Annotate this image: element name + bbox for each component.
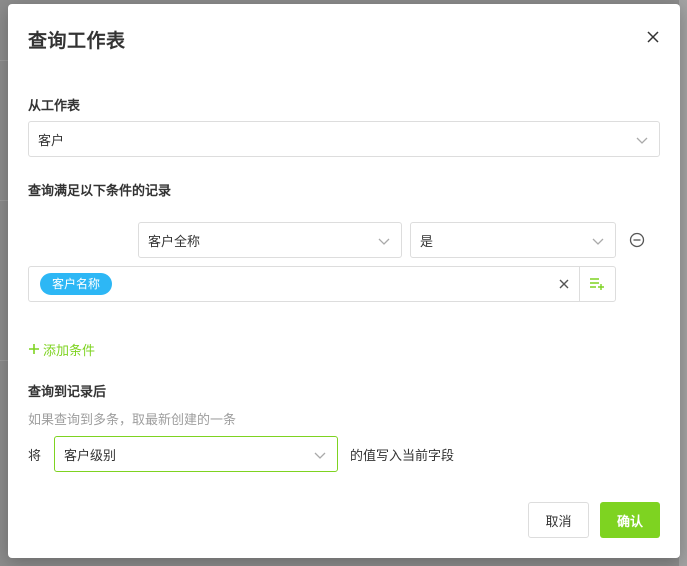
after-query-hint: 如果查询到多条，取最新创建的一条 <box>28 413 237 428</box>
source-worksheet-select[interactable]: 客户 <box>28 121 660 157</box>
condition-operator-select[interactable]: 是 <box>410 222 616 258</box>
close-button[interactable] <box>642 26 664 48</box>
write-suffix-text: 的值写入当前字段 <box>350 449 455 464</box>
field-list-icon <box>590 278 604 290</box>
cancel-button[interactable]: 取消 <box>528 502 589 538</box>
field-picker-button[interactable] <box>588 276 606 292</box>
condition-operator-value: 是 <box>420 234 434 250</box>
close-icon <box>647 31 659 43</box>
query-worksheet-dialog: 查询工作表 从工作表 客户 查询满足以下条件的记录 客户全称 是 客户名称 添加… <box>8 4 680 558</box>
condition-value-box[interactable]: 客户名称 <box>28 266 616 302</box>
confirm-button[interactable]: 确认 <box>600 502 660 538</box>
minus-circle-icon <box>629 232 645 248</box>
source-selected-value: 客户 <box>38 133 65 149</box>
clear-icon <box>559 279 569 289</box>
after-query-label: 查询到记录后 <box>28 385 107 400</box>
chevron-down-icon <box>592 238 604 245</box>
conditions-label: 查询满足以下条件的记录 <box>28 184 172 199</box>
target-field-select[interactable]: 客户级别 <box>54 436 338 472</box>
value-box-divider <box>579 267 580 301</box>
write-prefix-text: 将 <box>28 449 42 464</box>
chevron-down-icon <box>378 238 390 245</box>
value-tag[interactable]: 客户名称 <box>40 273 113 295</box>
condition-field-value: 客户全称 <box>148 234 201 250</box>
remove-condition-button[interactable] <box>628 231 646 249</box>
add-condition-label: 添加条件 <box>43 343 96 359</box>
condition-field-select[interactable]: 客户全称 <box>138 222 402 258</box>
clear-value-button[interactable] <box>556 276 572 292</box>
add-condition-button[interactable]: 添加条件 <box>28 340 96 359</box>
plus-icon <box>29 344 39 354</box>
backdrop-edge <box>679 0 687 566</box>
chevron-down-icon <box>636 137 648 144</box>
dialog-title: 查询工作表 <box>28 30 126 52</box>
source-label: 从工作表 <box>28 99 81 114</box>
target-field-value: 客户级别 <box>64 448 117 464</box>
chevron-down-icon <box>314 452 326 459</box>
